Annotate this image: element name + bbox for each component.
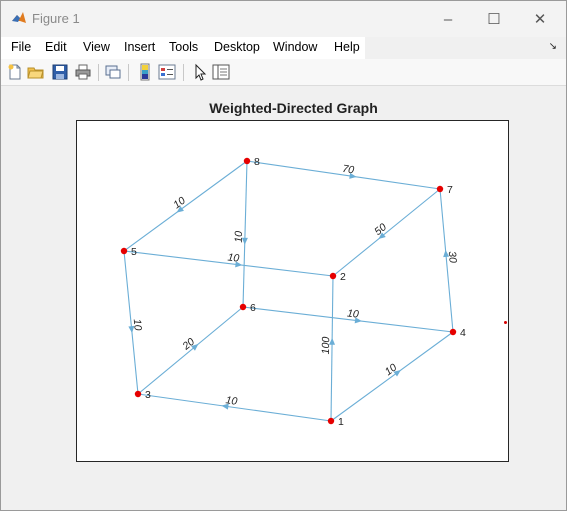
- node-label-3: 3: [145, 389, 151, 401]
- node-label-8: 8: [254, 156, 260, 168]
- close-icon: ✕: [533, 11, 547, 28]
- edge-weight-label: 10: [225, 394, 238, 408]
- property-inspector-icon[interactable]: [212, 63, 230, 81]
- node-7: [436, 185, 444, 193]
- toolbar-separator: [183, 64, 184, 81]
- menu-tools[interactable]: Tools: [169, 40, 198, 54]
- plot-axes[interactable]: 70 10 10 50 30 10 10 10 20 100 10 10 1 2 3 4 5 6 7 8: [76, 120, 509, 462]
- node-label-6: 6: [250, 302, 256, 314]
- menu-help[interactable]: Help: [334, 40, 360, 54]
- edge-weight-label: 50: [372, 221, 389, 238]
- legend-icon[interactable]: [158, 63, 176, 81]
- toolbar-separator: [98, 64, 99, 81]
- edge-weight-label: 20: [180, 336, 198, 353]
- minimize-button[interactable]: –: [425, 1, 471, 37]
- title-bar[interactable]: Figure 1 – ☐ ✕: [1, 1, 566, 37]
- node-4: [449, 328, 457, 336]
- menu-window[interactable]: Window: [273, 40, 317, 54]
- edit-plot-pointer-icon[interactable]: [190, 63, 208, 81]
- node-6: [239, 303, 247, 311]
- node-label-4: 4: [460, 327, 466, 339]
- window-title: Figure 1: [32, 11, 80, 26]
- maximize-button[interactable]: ☐: [471, 1, 517, 37]
- figure-window: Figure 1 – ☐ ✕ File Edit View Insert Too…: [0, 0, 567, 511]
- dock-arrow-icon[interactable]: ↘: [549, 41, 557, 52]
- edge-weight-label: 10: [171, 195, 188, 212]
- graph-plot: 701010 503010101020 100101012345678: [120, 156, 466, 428]
- edge-weight-label: 70: [342, 163, 355, 177]
- open-file-icon[interactable]: [27, 63, 45, 81]
- edge-weight-label: 10: [131, 318, 144, 331]
- plot-title: Weighted-Directed Graph: [209, 100, 378, 116]
- menu-bar: File Edit View Insert Tools Desktop Wind…: [1, 37, 566, 59]
- maximize-icon: ☐: [487, 11, 501, 28]
- colorbar-icon[interactable]: [136, 63, 154, 81]
- minimize-icon: –: [443, 10, 453, 28]
- node-5: [120, 247, 128, 255]
- menu-desktop[interactable]: Desktop: [214, 40, 260, 54]
- edge-weight-label: 30: [446, 251, 459, 264]
- nodes-group: 1 2 3 4 5 6 7 8: [120, 156, 466, 428]
- node-1: [327, 417, 335, 425]
- edge-weight-label: 100: [320, 337, 332, 355]
- menu-bar-filler: ↘: [365, 37, 566, 59]
- matlab-icon: [12, 12, 26, 23]
- menu-view[interactable]: View: [83, 40, 110, 54]
- edge-weight-label: 10: [233, 231, 245, 243]
- save-icon[interactable]: [51, 63, 69, 81]
- menu-edit[interactable]: Edit: [45, 40, 67, 54]
- menu-insert[interactable]: Insert: [124, 40, 155, 54]
- close-button[interactable]: ✕: [517, 1, 563, 37]
- node-label-1: 1: [338, 416, 344, 428]
- print-icon[interactable]: [74, 63, 92, 81]
- node-label-7: 7: [447, 184, 453, 196]
- node-label-2: 2: [340, 271, 346, 283]
- edge-weight-label: 10: [227, 251, 240, 264]
- new-figure-icon[interactable]: [6, 63, 24, 81]
- node-2: [329, 272, 337, 280]
- node-label-5: 5: [131, 246, 137, 258]
- node-3: [134, 390, 142, 398]
- toolbar-separator: [128, 64, 129, 81]
- figure-canvas: Weighted-Directed Graph 70 10 10 50 30 10 10 10…: [1, 87, 566, 510]
- figure-toolbar: [1, 59, 566, 86]
- edges-group: 701010 503010101020 1001010: [123, 160, 459, 422]
- marker-dot: [504, 321, 507, 324]
- edge-weight-label: 10: [346, 307, 359, 320]
- node-8: [243, 157, 251, 165]
- menu-file[interactable]: File: [11, 40, 31, 54]
- link-plot-icon[interactable]: [104, 63, 122, 81]
